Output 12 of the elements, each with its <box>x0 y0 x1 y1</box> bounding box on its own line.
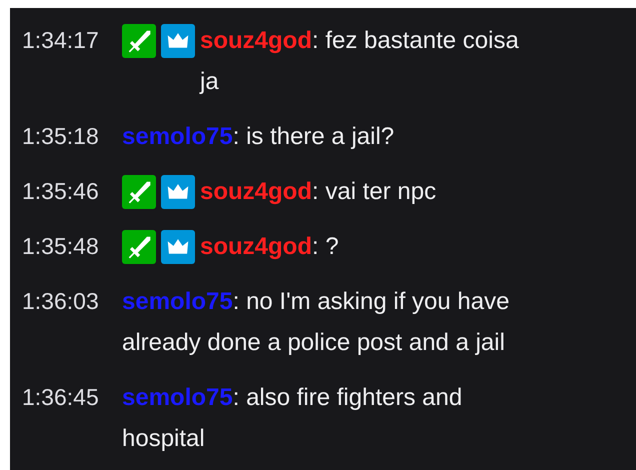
timestamp: 1:35:48 <box>22 232 100 261</box>
chat-message: souz4god: ? <box>200 232 340 262</box>
chat-message: semolo75: also fire fighters and hospital <box>122 383 464 454</box>
timestamp: 1:35:46 <box>22 177 100 206</box>
timestamp: 1:36:45 <box>22 383 100 412</box>
timestamp: 1:35:18 <box>22 122 100 151</box>
chat-message: souz4god: vai ter npc <box>200 177 438 207</box>
chat-message: souz4god: fez bastante coisa ja <box>200 26 520 97</box>
timestamp: 1:36:03 <box>22 287 100 316</box>
chat-message: semolo75: no I'm asking if you have already done a police post and a jail <box>122 287 510 358</box>
chat-message: semolo75: is there a jail? <box>122 122 396 152</box>
timestamp: 1:34:17 <box>22 26 100 55</box>
